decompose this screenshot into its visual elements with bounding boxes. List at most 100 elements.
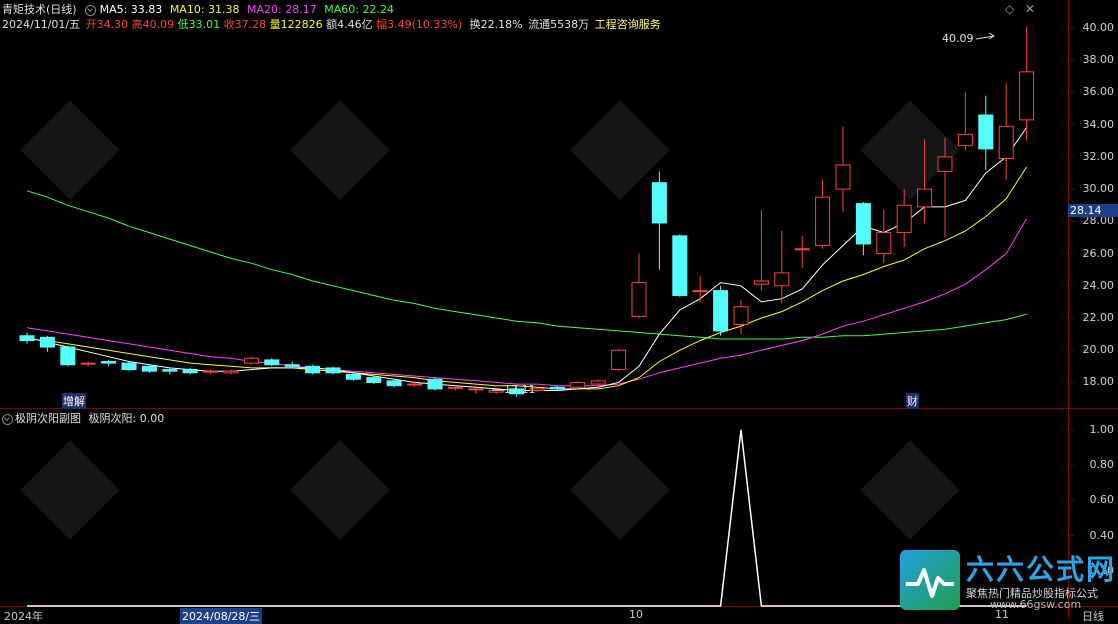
candle-body[interactable] (937, 156, 953, 172)
candle-body[interactable] (631, 282, 647, 317)
watermark-diamond-5 (290, 440, 390, 540)
watermark-diamond-6 (570, 440, 670, 540)
candle-body[interactable] (39, 336, 55, 348)
candle-body[interactable] (896, 204, 912, 234)
candle-body[interactable] (162, 369, 178, 372)
candle-body[interactable] (774, 272, 790, 287)
watermark-diamond-7 (860, 440, 960, 540)
quote-open: 开34.30 (85, 18, 129, 31)
candle-body[interactable] (917, 188, 933, 208)
quote-industry[interactable]: 工程咨询服务 (595, 18, 661, 31)
candle-body[interactable] (243, 357, 259, 364)
candle-body[interactable] (753, 280, 769, 285)
candle-body[interactable] (590, 380, 606, 385)
ma60-value: MA60: 22.24 (324, 3, 394, 16)
brand-name: 六六公式网 (966, 553, 1117, 586)
quote-volume: 量122826 (269, 18, 323, 31)
candle-body[interactable] (957, 133, 973, 147)
period-selector[interactable]: 日线 (1082, 608, 1104, 624)
quote-date: 2024/11/01/五 (2, 18, 81, 31)
quote-close: 收37.28 (223, 18, 267, 31)
indicator-line (27, 429, 1027, 607)
candle-body[interactable] (80, 362, 96, 365)
candle-body[interactable] (141, 365, 157, 372)
candle-body[interactable] (815, 196, 831, 247)
candle-body[interactable] (264, 359, 280, 366)
candle-body[interactable] (60, 346, 76, 366)
candle-body[interactable] (835, 164, 851, 190)
candle-body[interactable] (651, 182, 667, 224)
candle-body[interactable] (672, 235, 688, 296)
watermark-diamond-4 (20, 440, 120, 540)
price-tick-label: 26.00 (1082, 246, 1115, 260)
x-label-cursor-date: 2024/08/28/三 (180, 608, 263, 624)
candle-body[interactable] (386, 380, 402, 387)
chart-header: 青矩技术(日线) MA5: 33.83 MA10: 31.38 MA20: 28.… (2, 2, 398, 18)
event-tag-left[interactable]: 增解 (62, 393, 86, 409)
sub-indicator-value: 极阴次阳: 0.00 (88, 412, 165, 425)
sub-panel-title[interactable]: 极阴次阳副图 (15, 412, 81, 425)
quote-float: 流通5538万 (528, 18, 590, 31)
price-tick-label: 24.00 (1082, 278, 1115, 292)
candle-body[interactable] (223, 370, 239, 374)
sub-settings-dropdown-icon[interactable] (2, 413, 13, 425)
x-label-year: 2024年 (4, 610, 43, 623)
price-tick-label: 30.00 (1082, 182, 1115, 196)
ma-lines (26, 127, 1028, 391)
price-tick-label: 32.00 (1082, 149, 1115, 163)
stock-name[interactable]: 青矩技术(日线) (2, 3, 77, 16)
quote-bar: 2024/11/01/五 开34.30 高40.09 低33.01 收37.28… (2, 17, 665, 33)
quote-change: 幅3.49(10.33%) (376, 18, 463, 31)
candle-body[interactable] (1019, 71, 1035, 121)
candle-body[interactable] (284, 364, 300, 367)
close-icon[interactable]: ✕ (1025, 2, 1035, 16)
ma10-line (26, 166, 1028, 390)
price-tick-label: 22.00 (1082, 311, 1115, 324)
quote-turnover: 换22.18% (469, 18, 523, 31)
settings-dropdown-icon[interactable] (84, 4, 96, 16)
candle-body[interactable] (713, 290, 729, 332)
candle-body[interactable] (305, 365, 321, 374)
candle-body[interactable] (978, 114, 994, 150)
sub-tick-label: 0.80 (1089, 458, 1115, 472)
candle-body[interactable] (876, 232, 892, 255)
ma20-value: MA20: 28.17 (247, 3, 317, 16)
candle-body[interactable] (121, 362, 137, 371)
chart-canvas[interactable] (0, 0, 1118, 620)
max-price-label: 40.09 (942, 32, 974, 45)
price-tick-label: 36.00 (1082, 85, 1115, 99)
min-price-label: 17.11 (504, 383, 536, 396)
candle-body[interactable] (447, 386, 463, 389)
candle-body[interactable] (101, 361, 117, 364)
candle-body[interactable] (345, 373, 361, 380)
candle-body[interactable] (998, 125, 1014, 160)
candle-body[interactable] (570, 381, 586, 388)
candle-body[interactable] (203, 370, 219, 373)
event-tag-right[interactable]: 财 (906, 393, 919, 409)
candlesticks[interactable] (19, 26, 1035, 397)
brand-logo-icon (900, 550, 960, 610)
candle-body[interactable] (468, 388, 484, 391)
sub-indicator-line (27, 429, 1027, 607)
candle-body[interactable] (611, 349, 627, 371)
quote-amount: 额4.46亿 (326, 18, 373, 31)
collapse-icon[interactable]: ◇ (1005, 2, 1014, 16)
candle-body[interactable] (366, 377, 382, 383)
candle-body[interactable] (325, 367, 341, 374)
price-tick-label: 38.00 (1082, 53, 1115, 67)
candle-body[interactable] (855, 203, 871, 245)
candle-body[interactable] (733, 306, 749, 325)
watermark-layer (20, 100, 960, 540)
candle-body[interactable] (549, 386, 565, 390)
candle-body[interactable] (182, 369, 198, 374)
ma10-value: MA10: 31.38 (169, 3, 240, 16)
candle-body[interactable] (427, 378, 443, 390)
candle-body[interactable] (19, 335, 35, 342)
candle-body[interactable] (692, 290, 708, 293)
candle-body[interactable] (407, 383, 423, 386)
candle-body[interactable] (794, 248, 810, 251)
price-tick-label: 18.00 (1082, 375, 1115, 389)
price-tick-label: 20.00 (1082, 343, 1115, 357)
brand-url: www.66gsw.com (990, 598, 1082, 611)
current-price-badge: 28.14 (1068, 204, 1118, 217)
